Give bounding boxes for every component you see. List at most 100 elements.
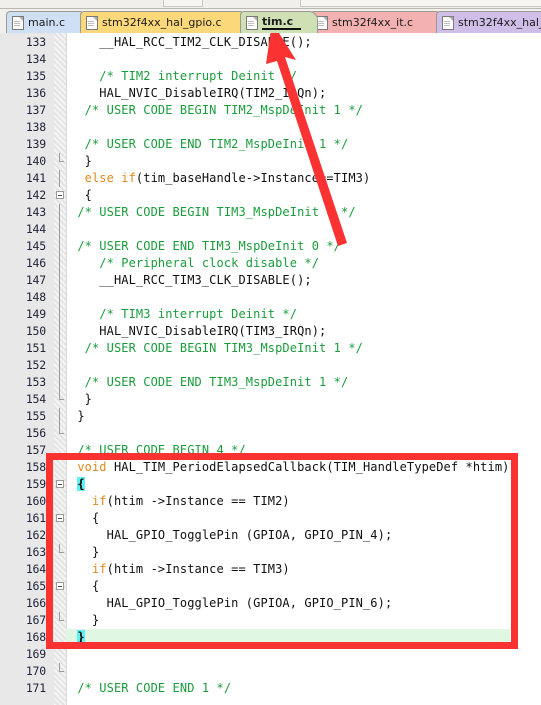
code-line[interactable]: 135 /* TIM2 interrupt Deinit */: [0, 68, 541, 85]
code-token: /* USER CODE BEGIN TIM2_MspDeInit 1 */: [70, 103, 363, 117]
code-line[interactable]: 139 /* USER CODE END TIM2_MspDeInit 1 */: [0, 136, 541, 153]
fold-marker-icon[interactable]: [55, 612, 65, 629]
fold-marker-icon[interactable]: [55, 476, 65, 493]
toolbar-strip: [0, 0, 541, 9]
code-line[interactable]: 146 /* Peripheral clock disable */: [0, 255, 541, 272]
line-number: 142: [25, 188, 46, 202]
code-token: /* TIM2 interrupt Deinit */: [70, 69, 298, 83]
code-token: /* TIM3 interrupt Deinit */: [70, 307, 298, 321]
line-number: 145: [25, 239, 46, 253]
fold-marker-icon[interactable]: [55, 391, 65, 408]
code-line[interactable]: 158 void HAL_TIM_PeriodElapsedCallback(T…: [0, 459, 541, 476]
code-line[interactable]: 136 HAL_NVIC_DisableIRQ(TIM2_IRQn);: [0, 85, 541, 102]
code-text: /* USER CODE BEGIN TIM2_MspDeInit 1 */: [70, 102, 363, 119]
code-line[interactable]: 148: [0, 289, 541, 306]
tab-tim-c[interactable]: tim.c: [240, 11, 318, 33]
code-token: /* USER CODE BEGIN TIM3_MspDeInit 0 */: [70, 205, 356, 219]
code-line[interactable]: 155 }: [0, 408, 541, 425]
code-text: /* USER CODE END 1 */: [70, 680, 231, 697]
code-line[interactable]: 141 else if(tim_baseHandle->Instance==TI…: [0, 170, 541, 187]
code-token: if: [70, 562, 107, 576]
code-line[interactable]: 137 /* USER CODE BEGIN TIM2_MspDeInit 1 …: [0, 102, 541, 119]
code-line[interactable]: 156: [0, 425, 541, 442]
code-token: __HAL_RCC_TIM3_CLK_DISABLE();: [70, 273, 312, 287]
code-line[interactable]: 133 __HAL_RCC_TIM2_CLK_DISABLE();: [0, 34, 541, 51]
code-line[interactable]: 153 /* USER CODE END TIM3_MspDeInit 1 */: [0, 374, 541, 391]
code-line[interactable]: 167 }: [0, 612, 541, 629]
code-text: void HAL_TIM_PeriodElapsedCallback(TIM_H…: [70, 459, 509, 476]
fold-marker-icon[interactable]: [55, 289, 65, 306]
toolbar-button-group-1[interactable]: [163, 0, 203, 7]
fold-marker-icon[interactable]: [55, 170, 65, 187]
code-line[interactable]: 166 HAL_GPIO_TogglePin (GPIOA, GPIO_PIN_…: [0, 595, 541, 612]
fold-marker-icon[interactable]: [55, 663, 65, 680]
toolbar-button-group-2[interactable]: [300, 0, 541, 7]
fold-marker-icon[interactable]: [55, 510, 65, 527]
fold-marker-icon[interactable]: [55, 340, 65, 357]
code-line[interactable]: 171 /* USER CODE END 1 */: [0, 680, 541, 697]
code-line[interactable]: 160 if(htim ->Instance == TIM2): [0, 493, 541, 510]
tab-main-c[interactable]: main.c: [6, 11, 88, 33]
code-line[interactable]: 150 HAL_NVIC_DisableIRQ(TIM3_IRQn);: [0, 323, 541, 340]
code-line[interactable]: 170: [0, 663, 541, 680]
code-line[interactable]: 154 }: [0, 391, 541, 408]
code-line[interactable]: 143 /* USER CODE BEGIN TIM3_MspDeInit 0 …: [0, 204, 541, 221]
fold-marker-icon[interactable]: [55, 187, 65, 204]
code-token: if: [70, 494, 107, 508]
code-text: /* Peripheral clock disable */: [70, 255, 319, 272]
code-token: void: [70, 460, 107, 474]
code-line[interactable]: 164 if(htim ->Instance == TIM3): [0, 561, 541, 578]
fold-marker-icon[interactable]: [55, 374, 65, 391]
code-editor-area[interactable]: 133 __HAL_RCC_TIM2_CLK_DISABLE(); 134 135 …: [0, 33, 541, 705]
code-line[interactable]: 159 {: [0, 476, 541, 493]
fold-marker-icon[interactable]: [55, 357, 65, 374]
code-text: }: [70, 629, 85, 646]
code-text: }: [70, 612, 99, 629]
tab-label: tim.c: [262, 15, 302, 30]
code-token: }: [70, 613, 100, 627]
code-line[interactable]: 138: [0, 119, 541, 136]
fold-marker-icon[interactable]: [55, 408, 65, 425]
fold-marker-icon[interactable]: [55, 578, 65, 595]
code-text: /* USER CODE END TIM3_MspDeInit 0 */: [70, 238, 341, 255]
code-line[interactable]: 168 }: [0, 629, 541, 646]
tab-label: main.c: [28, 16, 66, 29]
code-line[interactable]: 147 __HAL_RCC_TIM3_CLK_DISABLE();: [0, 272, 541, 289]
fold-marker-icon[interactable]: [55, 238, 65, 255]
code-line[interactable]: 165 {: [0, 578, 541, 595]
code-line[interactable]: 140 }: [0, 153, 541, 170]
fold-marker-icon[interactable]: [55, 204, 65, 221]
fold-marker-icon[interactable]: [55, 425, 65, 442]
code-line[interactable]: 144: [0, 221, 541, 238]
fold-marker-icon[interactable]: [55, 323, 65, 340]
code-line[interactable]: 149 /* TIM3 interrupt Deinit */: [0, 306, 541, 323]
tab-stm32f4xx-it-c[interactable]: stm32f4xx_it.c: [310, 11, 444, 33]
code-line[interactable]: 152: [0, 357, 541, 374]
code-line[interactable]: 134: [0, 51, 541, 68]
fold-marker-icon[interactable]: [55, 255, 65, 272]
code-line[interactable]: 157 /* USER CODE BEGIN 4 */: [0, 442, 541, 459]
code-text: {: [70, 510, 99, 527]
line-number: 138: [25, 120, 46, 134]
code-line[interactable]: 151 /* USER CODE BEGIN TIM3_MspDeInit 1 …: [0, 340, 541, 357]
fold-marker-icon[interactable]: [55, 272, 65, 289]
code-text: HAL_GPIO_TogglePin (GPIOA, GPIO_PIN_6);: [70, 595, 393, 612]
line-number: 152: [25, 358, 46, 372]
code-token: }: [70, 154, 92, 168]
fold-marker-icon[interactable]: [55, 153, 65, 170]
fold-marker-icon[interactable]: [55, 306, 65, 323]
code-line[interactable]: 142 {: [0, 187, 541, 204]
tab-stm32f4xx-hal-gpio-c[interactable]: stm32f4xx_hal_gpio.c: [80, 11, 248, 33]
line-number: 167: [25, 613, 46, 627]
line-number: 168: [25, 630, 46, 644]
fold-marker-icon[interactable]: [55, 544, 65, 561]
code-line[interactable]: 161 {: [0, 510, 541, 527]
fold-marker-icon[interactable]: [55, 221, 65, 238]
tab-stm32f4xx-hal-tim[interactable]: stm32f4xx_hal_tim: [436, 11, 541, 33]
line-number: 144: [25, 222, 46, 236]
code-line[interactable]: 145 /* USER CODE END TIM3_MspDeInit 0 */: [0, 238, 541, 255]
code-line[interactable]: 163 }: [0, 544, 541, 561]
code-line[interactable]: 162 HAL_GPIO_TogglePin (GPIOA, GPIO_PIN_…: [0, 527, 541, 544]
editor-tab-bar[interactable]: main.c stm32f4xx_hal_gpio.c tim.c stm32f4xx…: [0, 9, 541, 33]
code-line[interactable]: 169: [0, 646, 541, 663]
